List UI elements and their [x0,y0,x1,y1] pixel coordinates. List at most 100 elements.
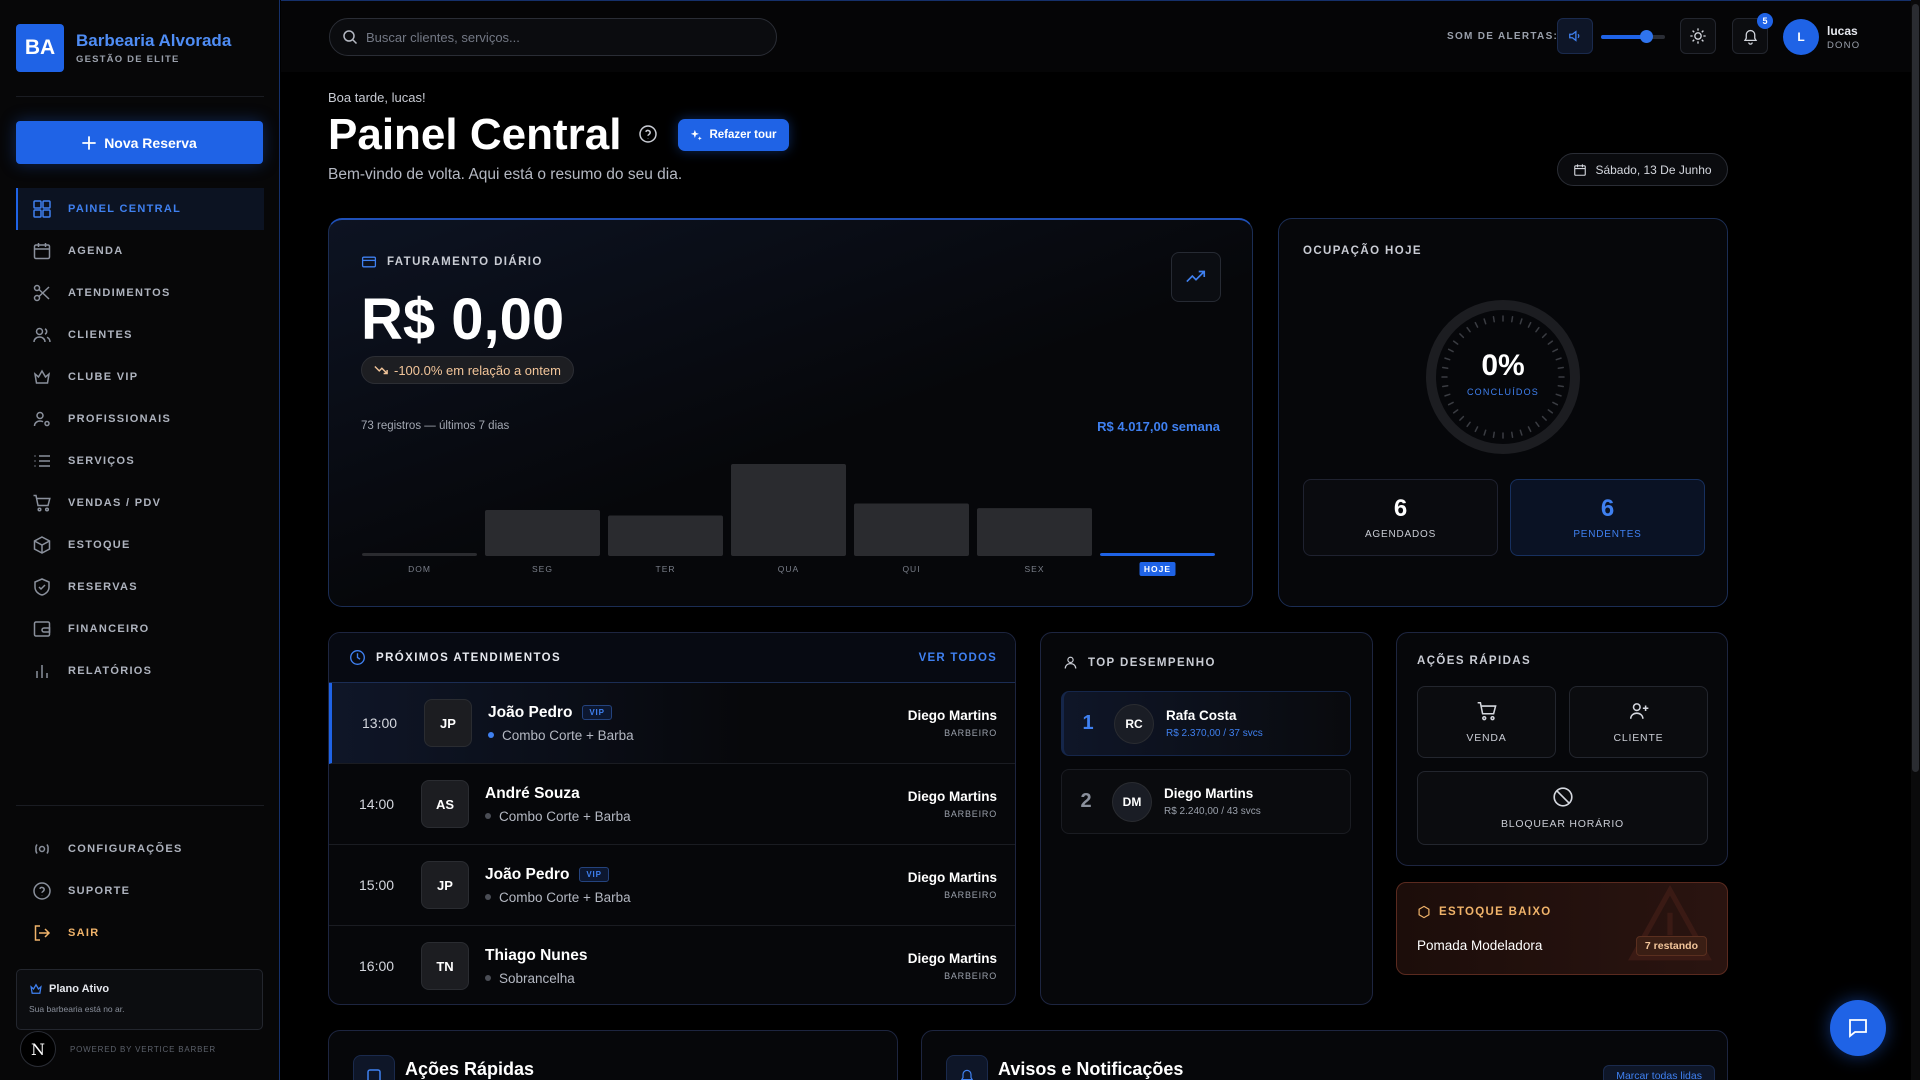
wallet-icon [33,621,51,637]
scheduled-label: AGENDADOS [1364,529,1437,540]
volume-handle[interactable] [1639,30,1653,43]
professional-role: BARBEIRO [944,809,997,819]
search-icon [343,30,358,45]
service-name: Combo Corte + Barba [499,808,631,824]
sidebar-item-financeiro[interactable]: FINANCEIRO [16,608,264,650]
sidebar-item-servicos[interactable]: SERVIÇOS [16,440,264,482]
sidebar-item-vendas[interactable]: VENDAS / PDV [16,482,264,524]
chart-bar-qua [731,464,846,556]
date-picker[interactable]: Sábado, 13 De Junho [1557,153,1728,186]
performer-row[interactable]: 1 RC Rafa Costa R$ 2.370,00 / 37 svcs [1061,691,1351,756]
stock-remaining-badge: 7 restando [1635,936,1707,956]
sidebar-item-atendimentos[interactable]: ATENDIMENTOS [16,272,264,314]
appointment-row[interactable]: 16:00 TN Thiago Nunes Sobrancelha Diego … [329,926,1015,1004]
restart-tour-button[interactable]: Refazer tour [678,119,789,151]
sidebar-item-configuracoes[interactable]: CONFIGURAÇÕES [16,828,264,870]
new-sale-button[interactable]: VENDA [1417,686,1556,758]
volume-slider[interactable] [1601,30,1665,43]
week-total: R$ 4.017,00 semana [1097,419,1220,434]
credit-card-icon [361,256,377,268]
ring-tick [1535,326,1540,333]
low-stock-label: ESTOQUE BAIXO [1439,906,1552,918]
new-client-button[interactable]: CLIENTE [1569,686,1708,758]
chart-bar-hoje [1100,553,1215,556]
appointment-time: 13:00 [362,715,398,731]
block-time-button[interactable]: BLOQUEAR HORÁRIO [1417,771,1708,845]
user-cog-icon [33,411,50,427]
rank: 2 [1080,790,1092,812]
service-name: Combo Corte + Barba [502,727,634,743]
ring-tick [1527,426,1532,433]
new-reservation-button[interactable]: Nova Reserva [16,121,263,164]
chart-bar-dom [362,553,477,556]
occupancy-percent: 0% [1481,349,1525,382]
sidebar-item-label: SAIR [68,927,100,939]
user-name: lucas [1827,23,1858,38]
upcoming-appointments-card: PRÓXIMOS ATENDIMENTOS VER TODOS 13:00 JP… [328,632,1016,1005]
sidebar-item-estoque[interactable]: ESTOQUE [16,524,264,566]
see-all-link[interactable]: VER TODOS [919,652,997,664]
notices-panel: Avisos e Notificações Marcar todas lidas [921,1030,1728,1080]
n-badge[interactable]: N [20,1031,56,1067]
sound-toggle-button[interactable] [1557,18,1593,54]
appointment-row[interactable]: 14:00 AS André Souza Combo Corte + Barba… [329,764,1015,845]
help-icon[interactable] [638,124,658,144]
quick-actions-title: Ações Rápidas [405,1059,535,1079]
low-stock-card[interactable]: ESTOQUE BAIXO Pomada Modeladora 7 restan… [1396,882,1728,975]
brand[interactable]: BA Barbearia Alvorada GESTÃO DE ELITE [16,24,231,72]
client-name: João Pedro [485,865,570,883]
occupancy-sub: CONCLUÍDOS [1466,387,1539,397]
sidebar-item-painel-central[interactable]: PAINEL CENTRAL [16,188,264,230]
ring-tick [1527,321,1532,328]
user-menu[interactable]: L lucas DONO [1783,19,1860,55]
performer-name: Rafa Costa [1166,708,1237,723]
chart-bar-seg [485,510,600,556]
ban-icon [1552,787,1573,807]
trend-button[interactable] [1171,252,1221,302]
trending-down-icon [374,366,388,375]
plan-title: Plano Ativo [49,983,110,995]
sidebar-item-agenda[interactable]: AGENDA [16,230,264,272]
status-dot [485,975,491,981]
bell-icon [946,1055,988,1080]
vip-badge: VIP [579,867,609,882]
mark-all-read-button[interactable]: Marcar todas lidas [1603,1065,1715,1080]
sidebar-item-label: RELATÓRIOS [68,665,153,677]
shield-check-icon [34,578,50,596]
top-performance-card: TOP DESEMPENHO 1 RC Rafa Costa R$ 2.370,… [1040,632,1373,1005]
appointment-row[interactable]: 15:00 JP João Pedro VIP Combo Corte + Bar… [329,845,1015,926]
sidebar-item-reservas[interactable]: RESERVAS [16,566,264,608]
scrollbar-thumb[interactable] [1912,4,1919,772]
ring-tick [1483,429,1487,436]
theme-toggle-button[interactable] [1680,18,1716,54]
revenue-change-text: -100.0% em relação a ontem [394,362,561,378]
ring-tick [1466,326,1471,333]
daily-revenue-card: FATURAMENTO DIÁRIO R$ 0,00 -100.0% em re… [328,218,1253,607]
occupancy-card: OCUPAÇÃO HOJE 0% CONCLUÍDOS 6 AGENDADOS … [1278,218,1728,607]
professional-name: Diego Martins [907,870,997,885]
sidebar-item-suporte[interactable]: SUPORTE [16,870,264,912]
sidebar-item-label: FINANCEIRO [68,623,150,635]
sidebar-item-label: CLUBE VIP [68,371,139,383]
chat-button[interactable] [1830,1000,1886,1056]
appointment-row[interactable]: 13:00 JP João Pedro VIP Combo Corte + Bar… [329,683,1015,764]
performer-stat: R$ 2.240,00 / 43 svcs [1164,806,1261,817]
scrollbar[interactable] [1911,0,1920,1080]
sidebar-item-clube-vip[interactable]: CLUBE VIP [16,356,264,398]
sidebar-item-label: VENDAS / PDV [68,497,162,509]
sidebar-item-profissionais[interactable]: PROFISSIONAIS [16,398,264,440]
sidebar-item-sair[interactable]: SAIR [16,912,264,954]
ring-tick [1459,415,1465,421]
topbar: SOM DE ALERTAS: 5 L lucas DONO [281,0,1920,72]
notifications-button[interactable]: 5 [1732,13,1773,54]
sidebar-item-relatorios[interactable]: RELATÓRIOS [16,650,264,692]
plan-subtitle: Sua barbearia está no ar. [29,1004,125,1014]
performer-row[interactable]: 2 DM Diego Martins R$ 2.240,00 / 43 svcs [1061,769,1351,834]
sidebar-item-clientes[interactable]: CLIENTES [16,314,264,356]
chart-tick-label: SEX [1024,564,1044,574]
sun-icon [1690,28,1706,44]
search-input[interactable] [366,29,746,45]
volume-icon [1569,30,1580,42]
search-box[interactable] [329,18,777,56]
status-dot [485,894,491,900]
